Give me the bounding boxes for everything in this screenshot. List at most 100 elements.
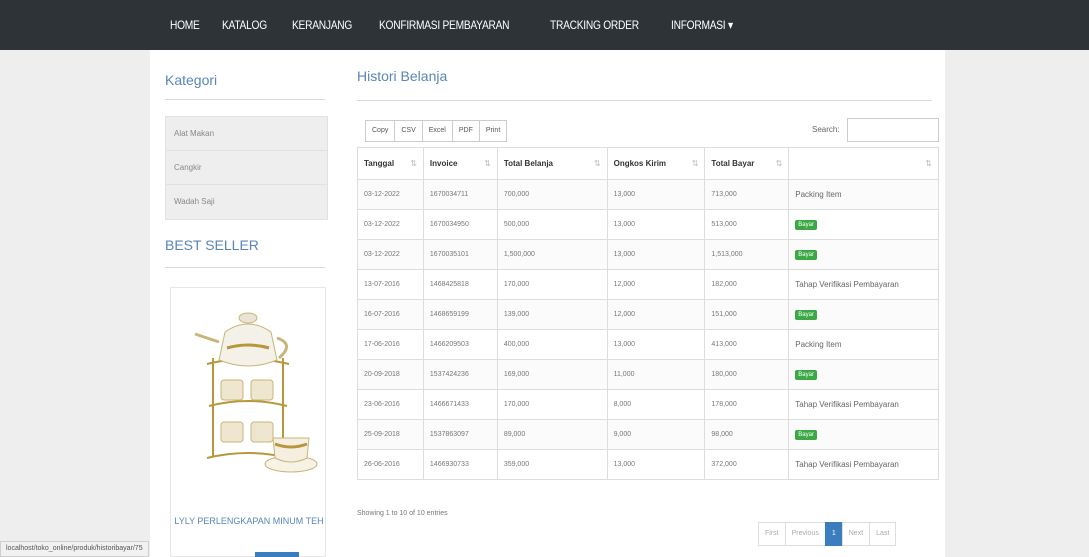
cell-total-belanja: 1,500,000 — [496, 239, 608, 270]
cell-status: Bayar — [788, 359, 939, 390]
top-navbar: HOME KATALOG KERANJANG KONFIRMASI PEMBAYARA… — [0, 0, 1089, 50]
column-header[interactable]: ⇅ — [788, 147, 939, 180]
cell-tanggal: 20-09-2018 — [357, 359, 424, 390]
sort-icon[interactable]: ⇅ — [484, 159, 491, 168]
cell-tanggal: 17-06-2016 — [357, 329, 424, 360]
nav-item-2[interactable]: KERANJANG — [292, 18, 352, 32]
cell-ongkir: 13,000 — [606, 239, 706, 270]
pager-last[interactable]: Last — [869, 522, 897, 546]
table-row: 23-06-2016 1466671433 170,000 8,000 178,000 T… — [357, 389, 939, 420]
column-header[interactable]: Total Belanja ⇅ — [496, 147, 608, 180]
divider — [165, 267, 325, 268]
export-button-csv[interactable]: CSV — [394, 120, 423, 142]
table-row: 20-09-2018 1537424236 169,000 11,000 180,000… — [357, 359, 939, 390]
cell-total-bayar: 178,000 — [704, 389, 790, 420]
sort-icon[interactable]: ⇅ — [594, 159, 601, 168]
cell-ongkir: 8,000 — [606, 389, 706, 420]
column-header-label: Total Bayar — [711, 159, 755, 168]
history-table: Tanggal ⇅ Invoice ⇅ Total Belanja ⇅ Ongkos Kir… — [357, 147, 939, 480]
column-header[interactable]: Ongkos Kirim ⇅ — [606, 147, 706, 180]
category-item[interactable]: Alat Makan — [166, 117, 327, 151]
cell-total-bayar: 180,000 — [704, 359, 790, 390]
sidebar: Kategori Alat Makan Cangkir Wadah Saji BES… — [165, 50, 328, 557]
pager-next[interactable]: Next — [841, 522, 871, 546]
cell-total-bayar: 98,000 — [704, 419, 790, 450]
cell-tanggal: 03-12-2022 — [357, 239, 424, 270]
sort-icon[interactable]: ⇅ — [925, 159, 932, 168]
product-name[interactable]: LYLY PERLENGKAPAN MINUM TEH — [171, 516, 327, 527]
nav-item-4[interactable]: TRACKING ORDER — [550, 18, 639, 32]
cell-status: Bayar — [788, 419, 939, 450]
table-info: Showing 1 to 10 of 10 entries — [357, 510, 448, 517]
sort-icon[interactable]: ⇅ — [776, 159, 783, 168]
table-row: 03-12-2022 1670034711 700,000 13,000 713,000… — [357, 179, 939, 210]
cell-tanggal: 03-12-2022 — [357, 179, 424, 210]
product-card[interactable]: LYLY PERLENGKAPAN MINUM TEH — [170, 287, 326, 557]
cell-total-belanja: 170,000 — [496, 389, 608, 420]
column-header-label: Tanggal — [364, 159, 395, 168]
category-item[interactable]: Wadah Saji — [166, 185, 327, 219]
cell-total-belanja: 89,000 — [496, 419, 608, 450]
cell-total-bayar: 413,000 — [704, 329, 790, 360]
cell-invoice: 1466930733 — [422, 449, 498, 480]
nav-item-5[interactable]: INFORMASI ▾ — [671, 18, 733, 32]
cell-ongkir: 12,000 — [606, 269, 706, 300]
browser-status-bar: localhost/toko_online/produk/historibaya… — [0, 541, 149, 557]
tea-set-image[interactable] — [171, 288, 327, 508]
table-row: 26-06-2016 1466930733 359,000 13,000 372,000… — [357, 449, 939, 480]
cell-ongkir: 11,000 — [606, 359, 706, 390]
pagination: First Previous 1 Next Last — [758, 522, 897, 546]
category-title: Kategori — [165, 72, 218, 88]
pay-button[interactable]: Bayar — [795, 310, 817, 320]
search-input[interactable] — [847, 118, 939, 142]
pay-button[interactable]: Bayar — [795, 430, 817, 440]
export-button-excel[interactable]: Excel — [421, 120, 453, 142]
cell-total-bayar: 182,000 — [704, 269, 790, 300]
pager-previous[interactable]: Previous — [784, 522, 826, 546]
cell-invoice: 1466671433 — [422, 389, 498, 420]
add-to-cart-button[interactable] — [255, 552, 299, 557]
pay-button[interactable]: Bayar — [795, 220, 817, 230]
nav-item-1[interactable]: KATALOG — [222, 18, 267, 32]
cell-invoice: 1468659199 — [422, 299, 498, 330]
table-row: 16-07-2016 1468659199 139,000 12,000 151,000… — [357, 299, 939, 330]
cell-ongkir: 12,000 — [606, 299, 706, 330]
column-header[interactable]: Total Bayar ⇅ — [704, 147, 790, 180]
cell-total-belanja: 700,000 — [496, 179, 608, 210]
category-item[interactable]: Cangkir — [166, 151, 327, 185]
pager-1[interactable]: 1 — [824, 522, 843, 546]
sort-icon[interactable]: ⇅ — [410, 159, 417, 168]
export-button-pdf[interactable]: PDF — [451, 120, 480, 142]
cell-ongkir: 9,000 — [606, 419, 706, 450]
cell-status: Packing Item — [788, 329, 939, 360]
pay-button[interactable]: Bayar — [795, 370, 817, 380]
export-button-copy[interactable]: Copy — [365, 120, 396, 142]
cell-status: Tahap Verifikasi Pembayaran — [788, 449, 939, 480]
cell-tanggal: 23-06-2016 — [357, 389, 424, 420]
export-button-print[interactable]: Print — [478, 120, 508, 142]
pay-button[interactable]: Bayar — [795, 250, 817, 260]
cell-invoice: 1670034711 — [422, 179, 498, 210]
table-row: 13-07-2016 1468425818 170,000 12,000 182,000… — [357, 269, 939, 300]
cell-total-belanja: 400,000 — [496, 329, 608, 360]
nav-item-0[interactable]: HOME — [170, 18, 200, 32]
column-header[interactable]: Invoice ⇅ — [422, 147, 498, 180]
cell-tanggal: 13-07-2016 — [357, 269, 424, 300]
column-header-label: Total Belanja — [503, 159, 554, 168]
cell-invoice: 1468425818 — [422, 269, 498, 300]
column-header[interactable]: Tanggal ⇅ — [357, 147, 424, 180]
page-title: Histori Belanja — [357, 68, 448, 84]
cell-tanggal: 25-09-2018 — [357, 419, 424, 450]
cell-total-belanja: 500,000 — [496, 209, 608, 240]
cell-status: Bayar — [788, 299, 939, 330]
bestseller-title: BEST SELLER — [165, 237, 259, 253]
pager-first[interactable]: First — [758, 522, 786, 546]
cell-tanggal: 16-07-2016 — [357, 299, 424, 330]
table-row: 17-06-2016 1466209503 400,000 13,000 413,000… — [357, 329, 939, 360]
nav-item-3[interactable]: KONFIRMASI PEMBAYARAN — [379, 18, 510, 32]
table-row: 25-09-2018 1537863097 89,000 9,000 98,000 Bay… — [357, 419, 939, 450]
cell-total-bayar: 151,000 — [704, 299, 790, 330]
column-header-label: Invoice — [429, 159, 458, 168]
cell-status: Packing Item — [788, 179, 939, 210]
sort-icon[interactable]: ⇅ — [692, 159, 699, 168]
